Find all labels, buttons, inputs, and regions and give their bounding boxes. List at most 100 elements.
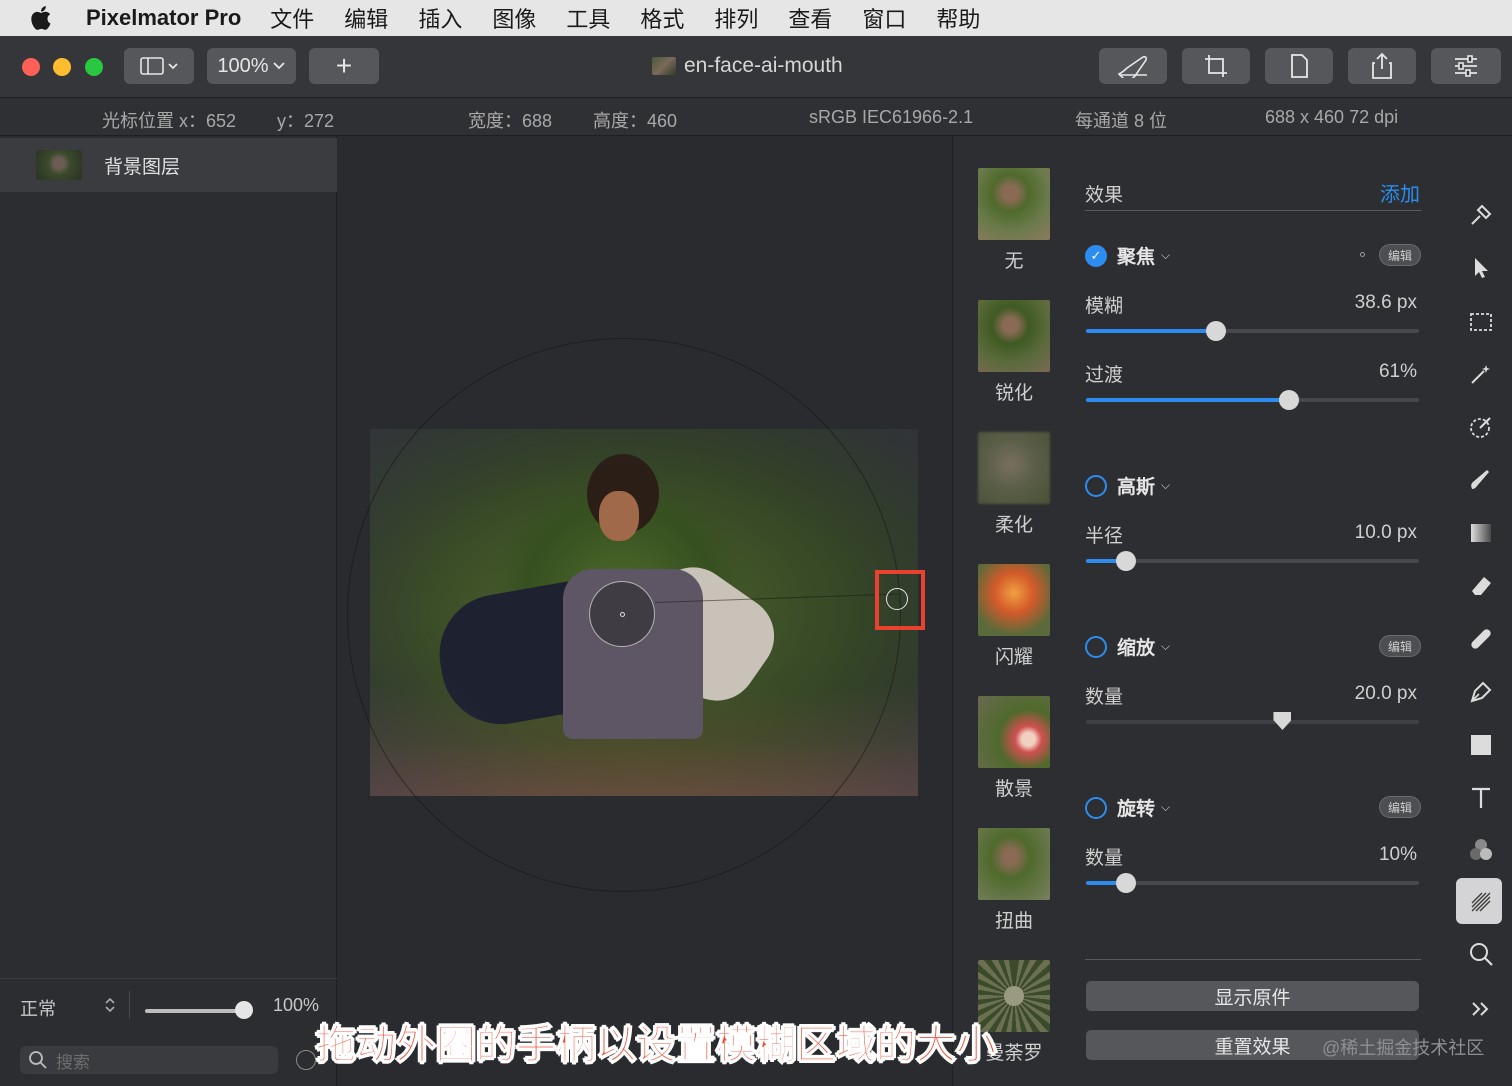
up-down-chevron-icon[interactable] — [103, 995, 117, 1018]
menu-edit[interactable]: 编辑 — [344, 2, 388, 34]
share-button[interactable] — [1348, 48, 1416, 84]
add-effect-button[interactable]: 添加 — [1380, 178, 1420, 207]
slider-knob[interactable] — [1273, 712, 1292, 730]
preset-label: 无 — [1004, 251, 1024, 272]
tool-options-button[interactable] — [1431, 48, 1501, 84]
layer-row[interactable]: 背景图层 — [0, 138, 337, 192]
zoom-dropdown[interactable]: 100% — [207, 48, 296, 84]
preset-distort[interactable]: 扭曲 — [978, 828, 1050, 933]
menu-window[interactable]: 窗口 — [862, 2, 906, 34]
effect-focus-header[interactable]: ✓ 聚焦 ⌵ — [1085, 242, 1170, 269]
gradient-tool-icon[interactable] — [1466, 518, 1496, 548]
preset-soften[interactable]: 柔化 — [978, 432, 1050, 537]
cursor-y-readout: y：272 — [277, 111, 335, 131]
blend-mode-select[interactable]: 正常 — [20, 995, 56, 1021]
effect-gaussian-header[interactable]: 高斯 ⌵ — [1085, 472, 1170, 499]
crop-icon — [1205, 55, 1227, 77]
style-tool-icon[interactable] — [1466, 200, 1496, 230]
show-original-button[interactable]: 显示原件 — [1086, 981, 1419, 1011]
param-label: 过渡 — [1085, 365, 1124, 386]
effects-tool-icon[interactable] — [1466, 887, 1496, 917]
selection-tool-icon[interactable] — [1466, 307, 1496, 337]
blur-slider[interactable] — [1086, 321, 1419, 341]
chevron-down-icon[interactable]: ⌵ — [1161, 639, 1170, 654]
preset-label: 扭曲 — [994, 911, 1033, 932]
effect-zoom-header[interactable]: 缩放 ⌵ — [1085, 633, 1170, 660]
layer-search-field[interactable]: 搜索 — [20, 1046, 278, 1074]
slider-knob[interactable] — [1205, 321, 1226, 341]
preset-none[interactable]: 无 — [978, 168, 1050, 273]
document-thumbnail — [652, 57, 676, 75]
zoom-tool-icon[interactable] — [1466, 939, 1496, 969]
paint-brush-tool-button[interactable] — [1099, 48, 1167, 84]
app-menu[interactable]: Pixelmator Pro — [86, 5, 241, 31]
slider-knob[interactable] — [1115, 873, 1136, 893]
zoom-amount-slider[interactable] — [1086, 712, 1419, 730]
circle-checkbox-icon[interactable] — [1085, 635, 1107, 658]
preset-thumbnail — [978, 564, 1050, 636]
effects-title: 效果 — [1085, 185, 1124, 206]
canvas[interactable] — [338, 136, 951, 1086]
tutorial-caption: 拖动外圈的手柄以设置模糊区域的大小 — [316, 1023, 997, 1068]
param-label: 数量 — [1085, 687, 1124, 708]
zoom-window-button[interactable] — [85, 58, 103, 76]
color-adjust-tool-icon[interactable] — [1466, 412, 1496, 442]
edit-zoom-button[interactable]: 编辑 — [1379, 635, 1421, 657]
magic-wand-tool-icon[interactable] — [1466, 359, 1496, 389]
menu-arrange[interactable]: 排列 — [714, 2, 758, 34]
type-tool-icon[interactable] — [1466, 783, 1496, 813]
radius-slider[interactable] — [1086, 551, 1419, 571]
pen-tool-icon[interactable] — [1466, 677, 1496, 707]
effect-name: 聚焦 — [1117, 247, 1156, 268]
preset-bokeh[interactable]: 散景 — [978, 696, 1050, 801]
chevron-down-icon[interactable]: ⌵ — [1161, 248, 1170, 263]
menu-help[interactable]: 帮助 — [936, 2, 980, 34]
add-button[interactable]: + — [309, 48, 379, 84]
slider-knob[interactable] — [1115, 551, 1136, 571]
param-value: 38.6 px — [1354, 292, 1417, 313]
menu-view[interactable]: 查看 — [788, 2, 832, 34]
edit-focus-button[interactable]: 编辑 — [1379, 244, 1421, 266]
preset-thumbnail — [978, 300, 1050, 372]
focus-outer-ring-handle[interactable] — [886, 588, 908, 610]
menu-format[interactable]: 格式 — [640, 2, 684, 34]
search-icon — [29, 1051, 47, 1069]
edit-spin-button[interactable]: 编辑 — [1379, 796, 1421, 818]
param-label: 模糊 — [1085, 296, 1124, 317]
preset-sharpen[interactable]: 锐化 — [978, 300, 1050, 405]
minimize-window-button[interactable] — [53, 58, 71, 76]
opacity-slider-knob[interactable] — [235, 1001, 253, 1019]
chevron-down-icon[interactable]: ⌵ — [1161, 478, 1170, 493]
arrange-tool-icon[interactable] — [1466, 253, 1496, 283]
divider — [1085, 210, 1421, 211]
more-tools-chevron-icon[interactable] — [1466, 994, 1496, 1024]
opacity-slider[interactable] — [145, 1009, 245, 1013]
circle-checkbox-icon[interactable] — [1085, 474, 1107, 497]
menu-image[interactable]: 图像 — [492, 2, 536, 34]
close-window-button[interactable] — [22, 58, 40, 76]
crop-button[interactable] — [1182, 48, 1250, 84]
shape-tool-icon[interactable] — [1466, 730, 1496, 760]
document-button[interactable] — [1265, 48, 1333, 84]
spin-amount-slider[interactable] — [1086, 873, 1419, 893]
chevron-down-icon[interactable]: ⌵ — [1161, 800, 1170, 815]
preset-glow[interactable]: 闪耀 — [978, 564, 1050, 669]
paint-tool-icon[interactable] — [1466, 465, 1496, 495]
menu-file[interactable]: 文件 — [270, 2, 314, 34]
menu-tools[interactable]: 工具 — [566, 2, 610, 34]
retouch-tool-icon[interactable] — [1466, 624, 1496, 654]
apple-icon[interactable] — [30, 5, 74, 31]
focus-center-point[interactable] — [620, 612, 625, 617]
checkmark-icon[interactable]: ✓ — [1085, 244, 1107, 267]
color-picker-tool-icon[interactable] — [1466, 835, 1496, 865]
effects-panel: 效果 添加 ✓ 聚焦 ⌵ 编辑 模糊 38.6 px 过渡 61% 高斯 ⌵ 半… — [1074, 136, 1452, 1086]
sidebar-toggle-button[interactable] — [124, 48, 194, 84]
slider-knob[interactable] — [1279, 390, 1300, 410]
menu-insert[interactable]: 插入 — [418, 2, 462, 34]
search-placeholder: 搜索 — [56, 1052, 90, 1072]
effect-spin-header[interactable]: 旋转 ⌵ — [1085, 794, 1170, 821]
filter-icon[interactable] — [296, 1050, 316, 1070]
circle-checkbox-icon[interactable] — [1085, 796, 1107, 819]
transition-slider[interactable] — [1086, 390, 1419, 410]
eraser-tool-icon[interactable] — [1466, 571, 1496, 601]
